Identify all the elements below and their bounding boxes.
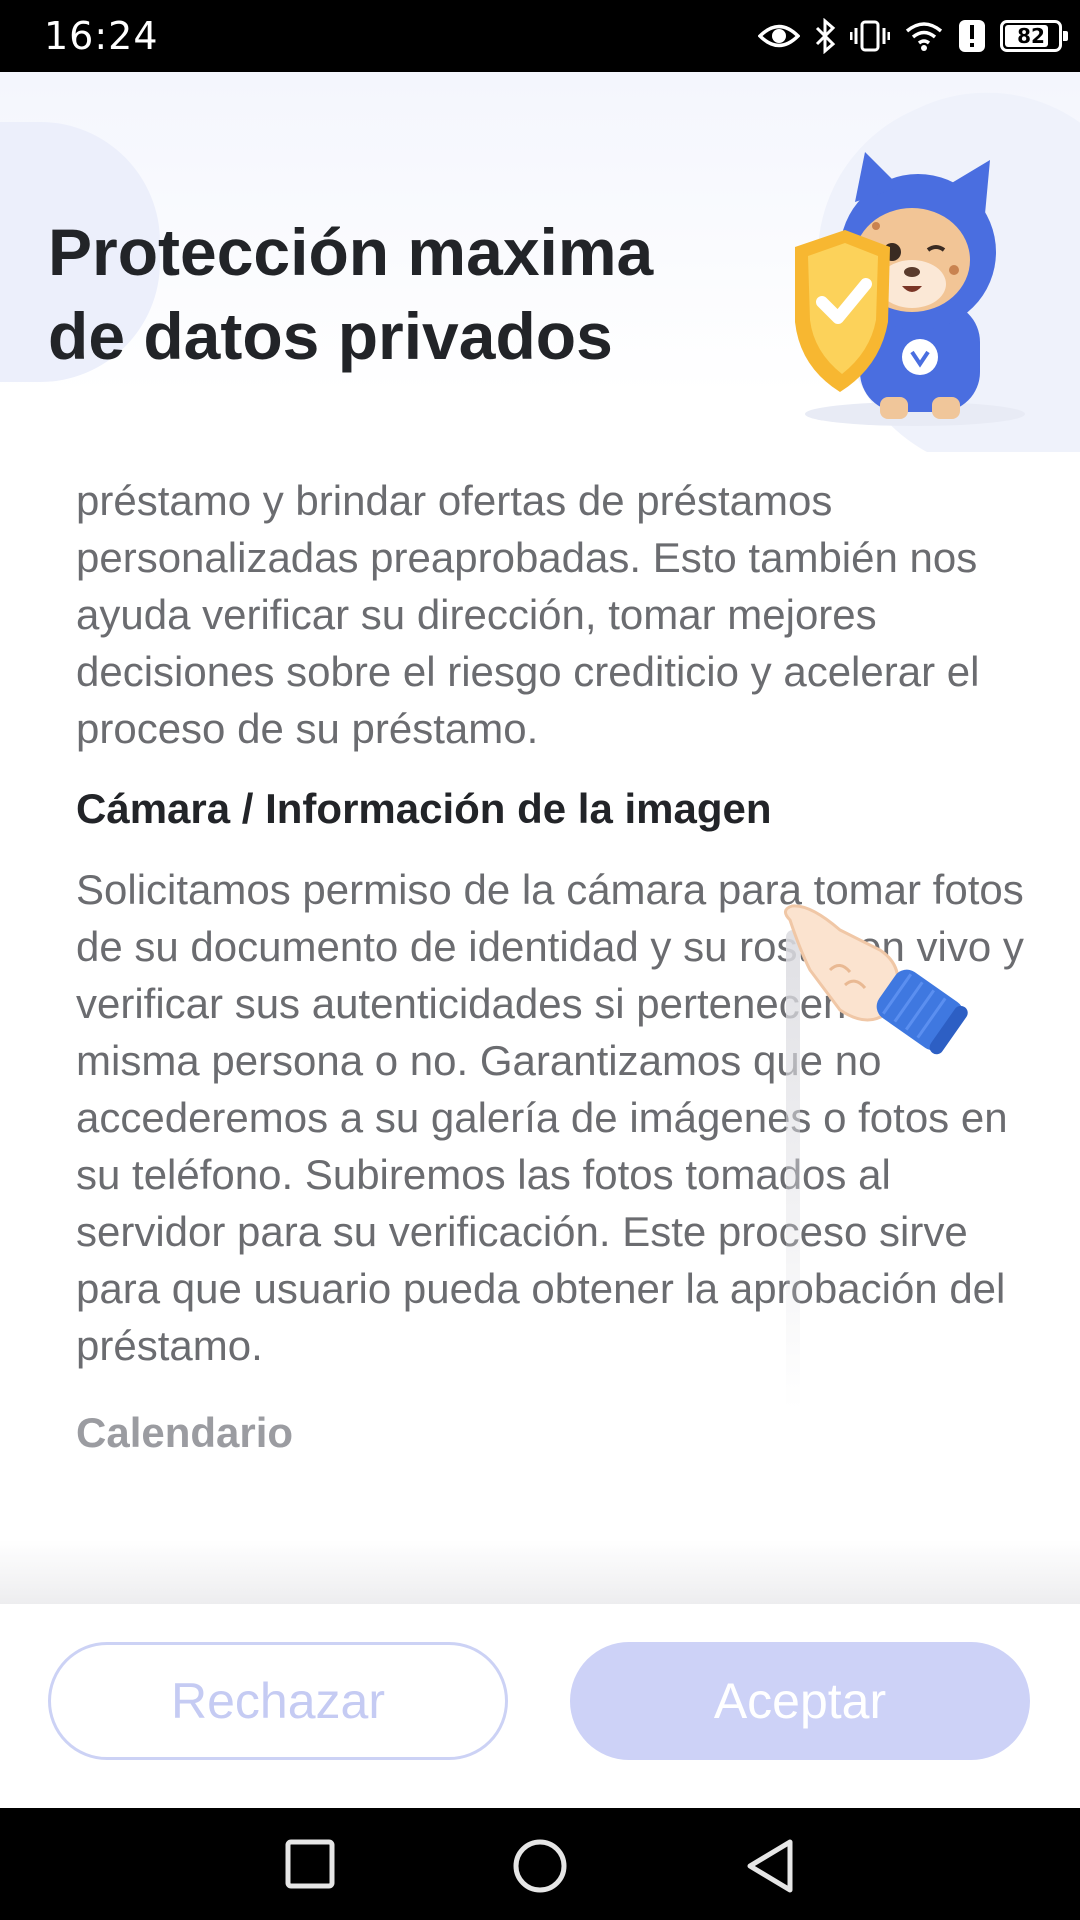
- status-time: 16:24: [44, 14, 159, 58]
- section-heading-camera: Cámara / Información de la imagen: [76, 785, 772, 832]
- swipe-hand-icon: [770, 900, 970, 1075]
- battery-icon: 82: [1000, 20, 1068, 52]
- status-bar: 16:24 82: [0, 0, 1080, 72]
- alert-icon: [958, 19, 986, 53]
- navigation-bar: [0, 1808, 1080, 1920]
- home-circle-icon[interactable]: [512, 1838, 568, 1899]
- battery-cap: [1063, 31, 1068, 41]
- mascot-shield-illustration: [740, 152, 1040, 437]
- page-title: Protección maxima de datos privados: [48, 215, 654, 373]
- header: Protección maxima de datos privados: [0, 72, 1080, 452]
- status-icons: 82: [758, 14, 1068, 58]
- battery-level: 82: [1017, 24, 1045, 48]
- accept-button[interactable]: Aceptar: [570, 1642, 1030, 1760]
- eye-icon: [758, 21, 800, 51]
- bluetooth-icon: [814, 18, 836, 54]
- vibrate-icon: [850, 19, 890, 53]
- reject-button[interactable]: Rechazar: [48, 1642, 508, 1760]
- recents-square-icon[interactable]: [284, 1838, 336, 1895]
- back-triangle-icon[interactable]: [744, 1838, 796, 1899]
- section-heading-calendar: Calendario: [76, 1409, 294, 1456]
- scroll-fade: [0, 1540, 1080, 1604]
- wifi-icon: [904, 20, 944, 52]
- paragraph-location: préstamo y brindar ofertas de préstamos …: [76, 477, 980, 752]
